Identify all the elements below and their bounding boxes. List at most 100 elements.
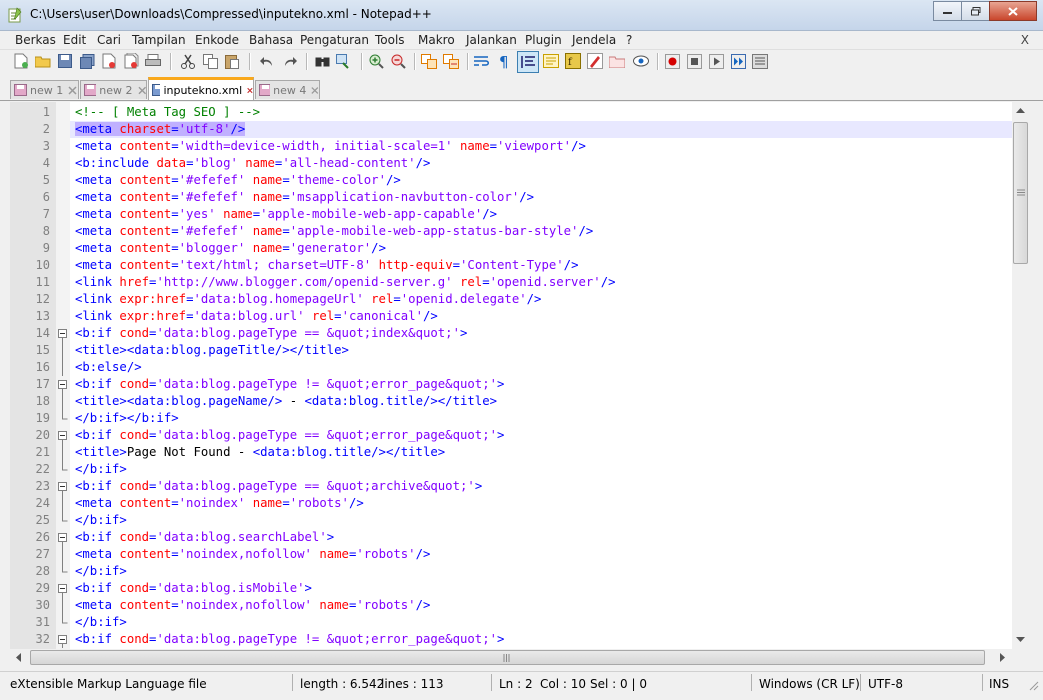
tab-new-2[interactable]: new 2	[80, 80, 147, 99]
code-line[interactable]: 4 <b:include data='blog' name='all-head-c…	[43, 155, 1012, 172]
code-line[interactable]: 3 <meta content='width=device-width, init…	[43, 138, 1012, 155]
fold-collapse-icon[interactable]	[56, 580, 70, 597]
paste-icon[interactable]	[224, 53, 240, 69]
code-line[interactable]: 8 <meta content='#efefef' name='apple-mob…	[43, 223, 1012, 240]
code-line[interactable]: 6 <meta content='#efefef' name='msapplica…	[43, 189, 1012, 206]
code-line[interactable]: 18 <title><data:blog.pageName/> - <data:b…	[36, 393, 1012, 410]
code-line[interactable]: 29 <b:if cond='data:blog.isMobile'>	[36, 580, 1012, 597]
menu-enkode[interactable]: Enkode	[195, 33, 239, 47]
scroll-right-icon[interactable]	[1000, 653, 1006, 662]
stop-macro-icon[interactable]	[686, 53, 702, 69]
code-line[interactable]: 20 <b:if cond='data:blog.pageType == &quo…	[36, 427, 1012, 444]
menu-tools[interactable]: Tools	[375, 33, 405, 47]
code-line[interactable]: 27 <meta content='noindex,nofollow' name=…	[36, 546, 1012, 563]
fold-collapse-icon[interactable]	[56, 478, 70, 495]
vertical-scrollbar[interactable]	[1012, 102, 1029, 649]
code-line[interactable]: 9 <meta content='blogger' name='generator…	[43, 240, 1012, 257]
indent-guide-icon[interactable]	[517, 51, 539, 73]
zoom-out-icon[interactable]	[390, 53, 406, 69]
close-window-button[interactable]	[989, 1, 1037, 21]
code-line[interactable]: 32 <b:if cond='data:blog.pageType != &quo…	[36, 631, 1012, 648]
tab-new-4[interactable]: new 4	[255, 80, 320, 99]
code-line[interactable]: 28 </b:if>	[36, 563, 1012, 580]
horizontal-scrollbar[interactable]	[10, 649, 1029, 666]
code-line[interactable]: 24 <meta content='noindex' name='robots'/…	[36, 495, 1012, 512]
menu-makro[interactable]: Makro	[418, 33, 455, 47]
code-line[interactable]: 26 <b:if cond='data:blog.searchLabel'>	[36, 529, 1012, 546]
record-macro-icon[interactable]	[664, 53, 680, 69]
code-line[interactable]: 30 <meta content='noindex,nofollow' name=…	[36, 597, 1012, 614]
close-file-icon[interactable]	[101, 53, 117, 69]
menu-help[interactable]: ?	[626, 33, 632, 47]
code-area[interactable]: 1 <!-- [ Meta Tag SEO ] --> 2 <meta charset…	[36, 102, 1012, 649]
menu-jendela[interactable]: Jendela	[572, 33, 616, 47]
code-line[interactable]: 11 <link href = 'http://www.blogger.com/ope…	[36, 274, 1012, 291]
code-line[interactable]: 21 <title>Page Not Found - <data:blog.tit…	[36, 444, 1012, 461]
play-macro-icon[interactable]	[708, 53, 724, 69]
menu-pengaturan[interactable]: Pengaturan	[300, 33, 369, 47]
fold-collapse-icon[interactable]	[56, 529, 70, 546]
code-line[interactable]: 5 <meta content='#efefef' name='theme-col…	[43, 172, 1012, 189]
tab-close-icon[interactable]	[311, 86, 319, 95]
save-icon[interactable]	[57, 53, 73, 69]
cut-icon[interactable]	[180, 53, 196, 69]
code-line[interactable]: 17 <b:if cond='data:blog.pageType != &quo…	[36, 376, 1012, 393]
save-macro-icon[interactable]	[752, 53, 768, 69]
menu-berkas[interactable]: Berkas	[15, 33, 56, 47]
sync-vertical-icon[interactable]	[421, 53, 437, 69]
code-line[interactable]: 14 <b:if cond='data:blog.pageType == &quo…	[36, 325, 1012, 342]
code-line[interactable]: 12 <link expr:href = 'data:blog.homepageUrl…	[36, 291, 1012, 308]
word-wrap-icon[interactable]	[474, 53, 490, 69]
menu-plugin[interactable]: Plugin	[525, 33, 562, 47]
tab-close-icon[interactable]	[68, 85, 77, 95]
monitor-icon[interactable]	[633, 53, 649, 69]
code-line[interactable]: 13 <link expr:href='data:blog.url' rel='c…	[36, 308, 1012, 325]
code-line[interactable]: 7 <meta content='yes' name='apple-mobile-…	[43, 206, 1012, 223]
replace-icon[interactable]	[336, 53, 352, 69]
tab-inputekno-xml[interactable]: inputekno.xml	[148, 77, 254, 100]
function-list-icon[interactable]: f	[565, 53, 581, 69]
close-all-icon[interactable]	[123, 53, 139, 69]
menu-edit[interactable]: Edit	[63, 33, 86, 47]
new-file-icon[interactable]	[13, 53, 29, 69]
resize-grip-icon[interactable]	[1028, 680, 1039, 691]
print-icon[interactable]	[145, 53, 161, 69]
code-line[interactable]: 22 </b:if>	[36, 461, 1012, 478]
menu-cari[interactable]: Cari	[97, 33, 121, 47]
minimize-button[interactable]	[933, 1, 962, 21]
save-all-icon[interactable]	[79, 53, 95, 69]
code-line[interactable]: 1 <!-- [ Meta Tag SEO ] -->	[43, 104, 1012, 121]
close-document-button[interactable]: X	[1021, 33, 1029, 47]
document-map-icon[interactable]	[543, 53, 559, 69]
code-line[interactable]: 23 <b:if cond='data:blog.pageType == &quo…	[36, 478, 1012, 495]
redo-icon[interactable]	[281, 53, 297, 69]
folder-workspace-icon[interactable]	[609, 53, 625, 69]
fold-collapse-icon[interactable]	[56, 376, 70, 393]
menu-jalankan[interactable]: Jalankan	[466, 33, 517, 47]
menu-bahasa[interactable]: Bahasa	[249, 33, 293, 47]
code-line[interactable]: 10 <meta content='text/html; charset=UTF-…	[36, 257, 1012, 274]
copy-icon[interactable]	[202, 53, 218, 69]
code-line[interactable]: 15 <title><data:blog.pageTitle/></title>	[36, 342, 1012, 359]
run-macro-multiple-icon[interactable]	[730, 53, 746, 69]
tab-close-icon[interactable]	[137, 86, 147, 95]
menu-tampilan[interactable]: Tampilan	[132, 33, 186, 47]
code-line[interactable]: 2 <meta charset='utf-8'/>	[43, 121, 1012, 138]
code-line[interactable]: 25 </b:if>	[36, 512, 1012, 529]
sync-horizontal-icon[interactable]	[443, 53, 459, 69]
open-file-icon[interactable]	[35, 53, 51, 69]
fold-collapse-icon[interactable]	[56, 631, 70, 648]
scroll-up-icon[interactable]	[1016, 108, 1025, 114]
code-line[interactable]: 19 </b:if></b:if>	[36, 410, 1012, 427]
code-editor[interactable]: 1 <!-- [ Meta Tag SEO ] --> 2 <meta charset…	[10, 102, 1029, 649]
show-all-chars-icon[interactable]: ¶	[496, 53, 512, 69]
scroll-left-icon[interactable]	[16, 653, 22, 662]
fold-collapse-icon[interactable]	[56, 427, 70, 444]
horizontal-scroll-thumb[interactable]	[30, 650, 985, 665]
vertical-scroll-thumb[interactable]	[1013, 122, 1028, 264]
scroll-down-icon[interactable]	[1016, 637, 1025, 643]
udl-icon[interactable]	[587, 53, 603, 69]
undo-icon[interactable]	[259, 53, 275, 69]
zoom-in-icon[interactable]	[368, 53, 384, 69]
maximize-button[interactable]	[961, 1, 990, 21]
